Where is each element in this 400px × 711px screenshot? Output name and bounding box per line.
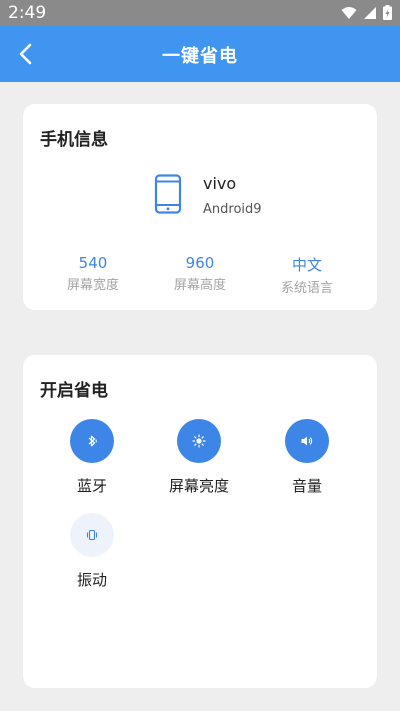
device-brand: vivo	[203, 174, 237, 193]
status-bar: 2:49	[0, 0, 400, 26]
toggle-volume: 音量	[257, 419, 357, 496]
app-bar: 一键省电	[0, 26, 400, 82]
device-os-version: Android9	[203, 202, 262, 217]
power-save-title: 开启省电	[40, 381, 108, 401]
volume-toggle-button[interactable]	[285, 419, 329, 463]
spec-screen-width: 540 屏幕宽度	[43, 254, 143, 293]
phone-info-title: 手机信息	[40, 130, 108, 150]
spec-label: 系统语言	[280, 281, 333, 296]
spec-value: 960	[185, 254, 215, 272]
bluetooth-toggle-button[interactable]	[70, 419, 114, 463]
vibration-toggle-button[interactable]	[70, 513, 114, 557]
volume-icon	[301, 436, 313, 446]
spec-value: 中文	[291, 256, 322, 274]
status-icons	[341, 5, 392, 20]
phone-info-card: 手机信息 vivo Android9 540 屏幕宽度 960 屏幕高度 中文 …	[23, 104, 377, 310]
toggle-label: 蓝牙	[76, 477, 107, 495]
spec-label: 屏幕高度	[173, 278, 226, 293]
phone-icon	[154, 174, 182, 214]
toggle-vibration: 振动	[42, 513, 142, 590]
power-save-card: 开启省电 蓝牙 屏幕亮度 音量 振动	[23, 355, 377, 688]
cellular-signal-icon	[364, 6, 376, 19]
spec-label: 屏幕宽度	[66, 278, 119, 293]
spec-value: 540	[78, 254, 108, 272]
page-title: 一键省电	[162, 46, 238, 67]
vibration-icon	[86, 529, 98, 541]
toggle-label: 屏幕亮度	[168, 477, 229, 495]
toggle-brightness: 屏幕亮度	[149, 419, 249, 496]
bluetooth-icon	[88, 435, 97, 447]
toggle-label: 振动	[76, 571, 107, 589]
wifi-icon	[341, 6, 357, 19]
status-time: 2:49	[8, 3, 47, 23]
spec-screen-height: 960 屏幕高度	[150, 254, 250, 293]
toggle-bluetooth: 蓝牙	[42, 419, 142, 496]
battery-charging-icon	[383, 5, 392, 20]
brightness-icon	[192, 434, 206, 448]
spec-system-language: 中文 系统语言	[257, 254, 357, 296]
brightness-toggle-button[interactable]	[177, 419, 221, 463]
toggle-label: 音量	[291, 477, 322, 495]
